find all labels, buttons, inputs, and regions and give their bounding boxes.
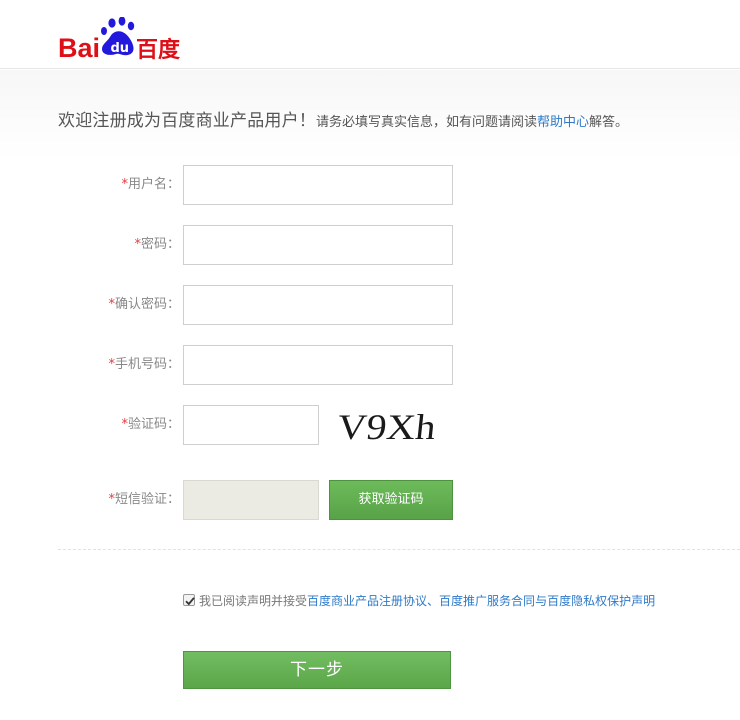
captcha-image[interactable]: V9Xh (336, 405, 446, 447)
password-input[interactable] (183, 225, 453, 265)
username-input[interactable] (183, 165, 453, 205)
captcha-label-text: 验证码： (127, 417, 180, 432)
phone-label-text: 手机号码： (114, 357, 180, 372)
sms-label: *短信验证： (108, 480, 180, 520)
baidu-logo-graphic: du Bai 百度 (58, 17, 181, 63)
phone-row: *手机号码： (0, 345, 740, 385)
password-row: *密码： (0, 225, 740, 265)
agreement-and: 与 (535, 594, 548, 608)
divider (58, 549, 740, 550)
agreement-prefix: 我已阅读声明并接受 (199, 594, 308, 608)
captcha-graphic: V9Xh (336, 407, 438, 447)
welcome-subtitle-end: 解答。 (589, 115, 629, 130)
username-label: *用户名： (121, 165, 180, 205)
confirm-password-label: *确认密码： (108, 285, 180, 325)
phone-input[interactable] (183, 345, 453, 385)
welcome-subtitle: 请务必填写真实信息，如有问题请阅读 (316, 115, 538, 130)
password-label-text: 密码： (140, 237, 180, 252)
agreement-text: 我已阅读声明并接受百度商业产品注册协议、百度推广服务合同与百度隐私权保护声明 (199, 593, 655, 609)
registration-agreement-link[interactable]: 百度商业产品注册协议 (307, 594, 427, 608)
captcha-label: *验证码： (121, 405, 180, 445)
username-row: *用户名： (0, 165, 740, 205)
phone-label: *手机号码： (108, 345, 180, 385)
sms-code-input[interactable] (183, 480, 319, 520)
agreement-separator: 、 (427, 594, 440, 608)
username-label-text: 用户名： (127, 177, 180, 192)
welcome-message: 欢迎注册成为百度商业产品用户！请务必填写真实信息，如有问题请阅读帮助中心解答。 (58, 106, 628, 131)
sms-label-text: 短信验证： (114, 492, 180, 507)
service-contract-link[interactable]: 百度推广服务合同 (439, 594, 535, 608)
welcome-title: 欢迎注册成为百度商业产品用户！ (58, 111, 316, 131)
sms-row: *短信验证： 获取验证码 (0, 480, 740, 520)
confirm-password-row: *确认密码： (0, 285, 740, 325)
checkmark-icon (185, 597, 195, 606)
captcha-input[interactable] (183, 405, 319, 445)
svg-text:V9Xh: V9Xh (336, 407, 438, 447)
privacy-statement-link[interactable]: 百度隐私权保护声明 (547, 594, 655, 608)
confirm-password-input[interactable] (183, 285, 453, 325)
get-sms-code-button[interactable]: 获取验证码 (329, 480, 453, 520)
svg-text:du: du (111, 41, 130, 56)
svg-text:Bai: Bai (58, 33, 100, 63)
agreement-checkbox[interactable] (183, 594, 195, 606)
help-center-link[interactable]: 帮助中心 (537, 115, 589, 130)
password-label: *密码： (134, 225, 180, 265)
svg-text:百度: 百度 (136, 37, 181, 63)
baidu-logo[interactable]: du Bai 百度 (58, 17, 198, 65)
confirm-password-label-text: 确认密码： (114, 297, 180, 312)
next-step-button[interactable]: 下一步 (183, 651, 451, 689)
captcha-row: *验证码： V9Xh (0, 405, 740, 447)
page-header: du Bai 百度 (0, 0, 740, 69)
